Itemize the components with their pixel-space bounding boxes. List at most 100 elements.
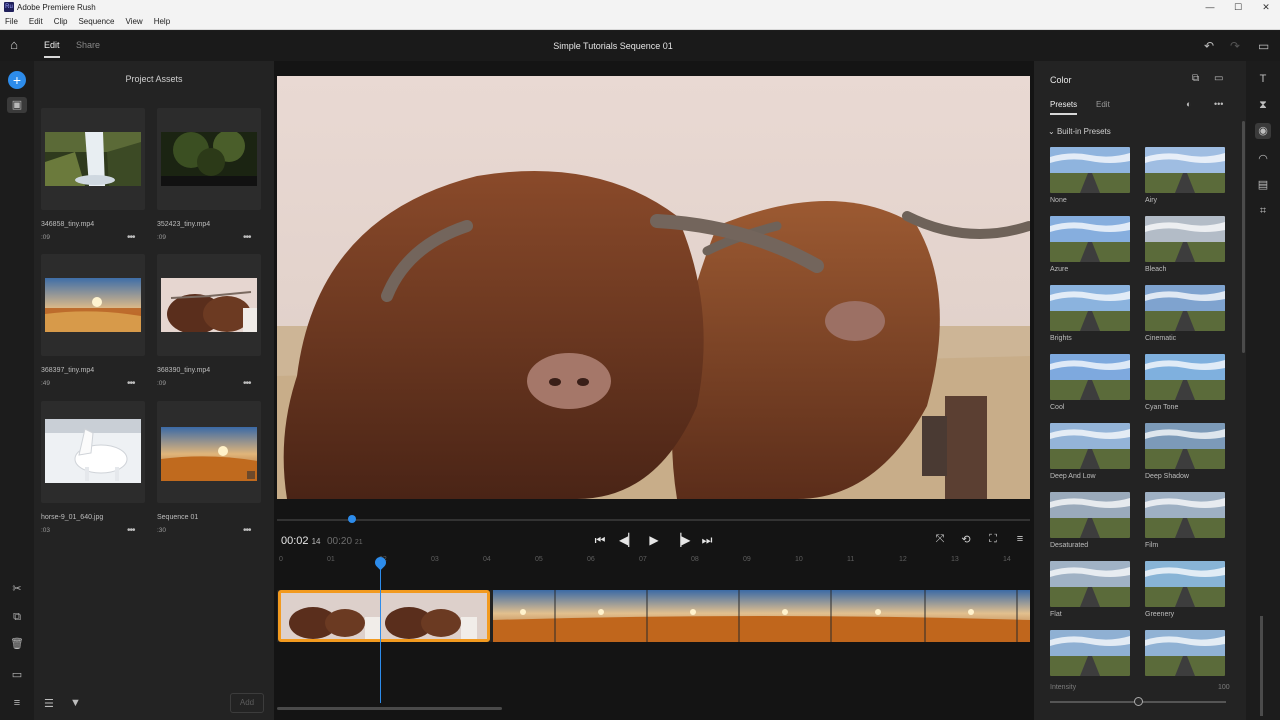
- chevron-down-icon: ⌄: [1048, 127, 1057, 136]
- close-button[interactable]: ✕: [1252, 0, 1280, 14]
- timeline-ruler[interactable]: 0 01 02 03 04 05 06 07 08 09 10 11 12 13…: [277, 556, 1030, 570]
- presets-scrollbar[interactable]: [1242, 121, 1245, 353]
- copy-color-icon[interactable]: ⧉: [1192, 73, 1199, 84]
- preset-thumbnail[interactable]: [1145, 492, 1225, 538]
- preset-thumbnail[interactable]: [1050, 423, 1130, 469]
- preset-label: Cinematic: [1145, 335, 1177, 342]
- asset-card[interactable]: [41, 254, 145, 356]
- preset-thumbnail[interactable]: [1145, 423, 1225, 469]
- color-panel-title: Color: [1050, 75, 1072, 85]
- more-icon[interactable]: •••: [243, 232, 251, 243]
- undo-icon[interactable]: ↶: [1204, 39, 1214, 53]
- toggle-icon[interactable]: ◐: [1186, 99, 1191, 109]
- more-icon[interactable]: •••: [243, 378, 251, 389]
- scrub-handle[interactable]: [348, 515, 356, 523]
- asset-card[interactable]: [41, 108, 145, 210]
- preset-thumbnail[interactable]: [1050, 561, 1130, 607]
- compare-icon[interactable]: ▭: [1214, 73, 1223, 84]
- built-in-presets-header[interactable]: ⌄ Built-in Presets: [1048, 127, 1111, 136]
- preset-label: Cool: [1050, 404, 1065, 411]
- step-forward-icon[interactable]: ▕▶: [672, 533, 690, 547]
- filter-icon[interactable]: ▼: [70, 697, 81, 709]
- project-assets-icon[interactable]: ▣: [7, 97, 27, 113]
- timeline-scrollbar[interactable]: [277, 707, 502, 710]
- sequence-title[interactable]: Simple Tutorials Sequence 01: [0, 41, 1226, 51]
- add-button[interactable]: Add: [230, 693, 264, 713]
- timeline-clip[interactable]: [493, 590, 1030, 642]
- preset-thumbnail[interactable]: [1050, 354, 1130, 400]
- asset-card[interactable]: [41, 401, 145, 503]
- menu-file[interactable]: File: [0, 17, 24, 26]
- titles-icon[interactable]: T: [1255, 71, 1271, 87]
- options-icon[interactable]: ≡: [1012, 533, 1028, 545]
- preset-thumbnail[interactable]: [1145, 354, 1225, 400]
- tab-presets[interactable]: Presets: [1050, 100, 1078, 115]
- go-to-start-icon[interactable]: ⏮: [592, 533, 608, 548]
- more-icon[interactable]: •••: [127, 232, 135, 243]
- maximize-button[interactable]: ☐: [1224, 0, 1252, 14]
- preset-thumbnail[interactable]: [1050, 285, 1130, 331]
- minimize-button[interactable]: —: [1196, 0, 1224, 14]
- menu-sequence[interactable]: Sequence: [73, 17, 120, 26]
- track-icon[interactable]: ▭: [7, 667, 27, 683]
- more-icon[interactable]: •••: [127, 378, 135, 389]
- ruler-tick: 14: [1003, 556, 1011, 563]
- speed-icon[interactable]: ◠: [1255, 151, 1271, 167]
- timeline-layout-icon[interactable]: ≡: [7, 695, 27, 711]
- asset-thumbnail: [45, 132, 141, 186]
- preset-thumbnail[interactable]: [1050, 630, 1130, 676]
- crop-icon[interactable]: ⌗: [1255, 203, 1271, 219]
- step-back-icon[interactable]: ◀▏: [619, 533, 637, 547]
- asset-card[interactable]: [157, 254, 261, 356]
- loop-icon[interactable]: ⟲: [958, 533, 974, 546]
- preset-thumbnail[interactable]: [1050, 216, 1130, 262]
- preset-thumbnail[interactable]: [1050, 492, 1130, 538]
- fit-icon[interactable]: ⤧: [932, 533, 948, 546]
- preset-thumbnail[interactable]: [1145, 216, 1225, 262]
- preset-thumbnail[interactable]: [1145, 630, 1225, 676]
- timeline-clip-selected[interactable]: [278, 590, 490, 642]
- menu-bar: File Edit Clip Sequence View Help: [0, 14, 1280, 30]
- more-options-icon[interactable]: •••: [1214, 99, 1223, 109]
- asset-name: Sequence 01: [157, 514, 199, 521]
- menu-help[interactable]: Help: [149, 17, 176, 26]
- ruler-tick: 10: [795, 556, 803, 563]
- program-monitor[interactable]: [277, 76, 1030, 499]
- preset-thumbnail[interactable]: [1050, 147, 1130, 193]
- transitions-icon[interactable]: ⧗: [1255, 97, 1271, 113]
- asset-card[interactable]: [157, 401, 261, 503]
- audio-icon[interactable]: ▤: [1255, 177, 1271, 193]
- menu-clip[interactable]: Clip: [49, 17, 74, 26]
- ruler-tick: 0: [279, 556, 283, 563]
- play-icon[interactable]: ▶: [646, 533, 662, 547]
- playhead[interactable]: [380, 563, 381, 703]
- delete-icon[interactable]: 🗑: [7, 636, 27, 652]
- color-icon[interactable]: ◉: [1255, 123, 1271, 139]
- redo-icon[interactable]: ↷: [1230, 39, 1240, 53]
- feedback-icon[interactable]: ▭: [1258, 39, 1269, 53]
- duplicate-icon[interactable]: ⧉: [7, 609, 27, 625]
- menu-view[interactable]: View: [121, 17, 149, 26]
- preset-label: Film: [1145, 542, 1159, 549]
- preset-thumbnail[interactable]: [1145, 285, 1225, 331]
- go-to-end-icon[interactable]: ⏭: [699, 533, 715, 548]
- list-view-icon[interactable]: ☰: [44, 697, 54, 710]
- total-duration: 00:20 21: [327, 536, 363, 547]
- intensity-slider-handle[interactable]: [1133, 697, 1143, 706]
- ruler-tick: 08: [691, 556, 699, 563]
- preset-thumbnail[interactable]: [1145, 561, 1225, 607]
- preset-label: Greenery: [1145, 611, 1175, 618]
- asset-name: 368390_tiny.mp4: [157, 367, 211, 374]
- asset-card[interactable]: [157, 108, 261, 210]
- current-timecode: 00:02 14: [281, 535, 321, 547]
- more-icon[interactable]: •••: [127, 525, 135, 536]
- add-media-button[interactable]: +: [8, 71, 26, 89]
- tab-edit-color[interactable]: Edit: [1096, 100, 1110, 109]
- split-icon[interactable]: ✂: [7, 581, 27, 597]
- preset-thumbnail[interactable]: [1145, 147, 1225, 193]
- menu-edit[interactable]: Edit: [24, 17, 49, 26]
- more-icon[interactable]: •••: [243, 525, 251, 536]
- fullscreen-icon[interactable]: ⛶: [985, 533, 1001, 546]
- ruler-tick: 12: [899, 556, 907, 563]
- scrub-bar[interactable]: [277, 519, 1030, 521]
